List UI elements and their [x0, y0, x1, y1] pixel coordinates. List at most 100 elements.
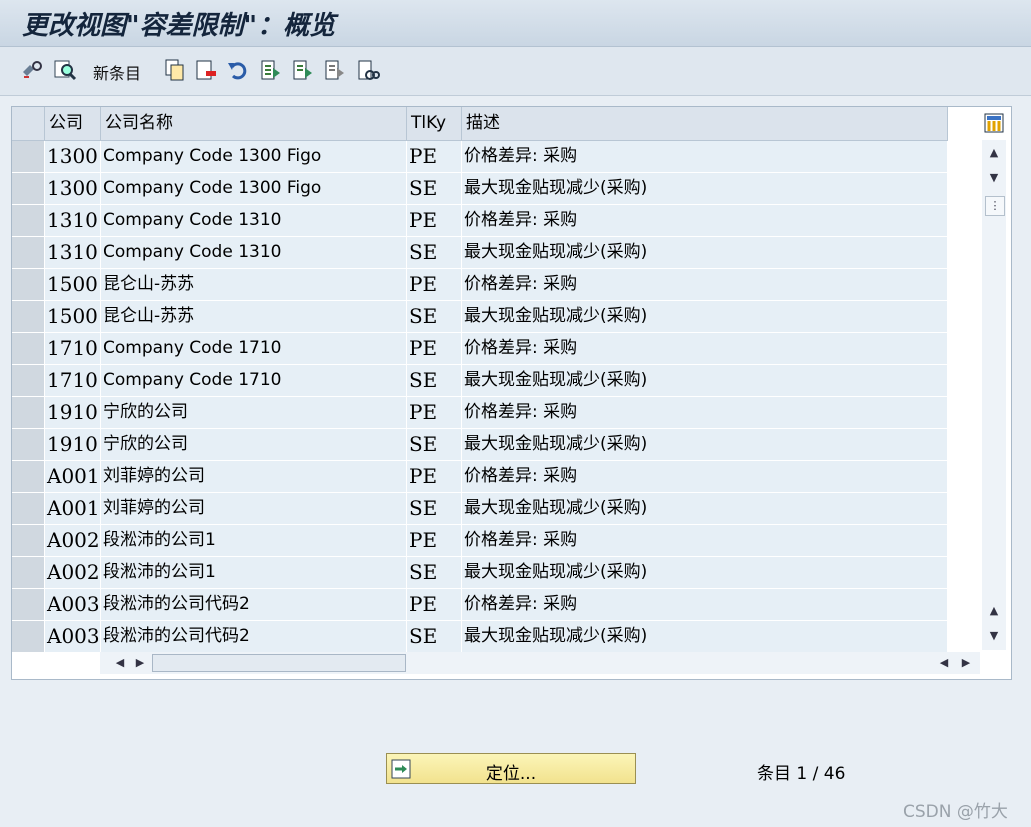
cell-description[interactable]: 最大现金贴现减少(采购)	[462, 173, 948, 204]
cell-company-code[interactable]: 1910	[45, 397, 101, 428]
select-all-rows-cell[interactable]	[12, 107, 45, 140]
cell-description[interactable]: 最大现金贴现减少(采购)	[462, 301, 948, 332]
cell-description[interactable]: 价格差异: 采购	[462, 461, 948, 492]
cell-company-name[interactable]: 刘菲婷的公司	[101, 493, 407, 524]
cell-company-code[interactable]: A002	[45, 525, 101, 556]
column-header-description[interactable]: 描述	[462, 107, 948, 140]
table-row[interactable]: A003 段淞沛的公司代码2 PE 价格差异: 采购	[12, 589, 948, 621]
cell-description[interactable]: 最大现金贴现减少(采购)	[462, 429, 948, 460]
cell-description[interactable]: 最大现金贴现减少(采购)	[462, 621, 948, 652]
cell-company-code[interactable]: A001	[45, 493, 101, 524]
display-change-icon[interactable]	[20, 58, 44, 82]
cell-company-name[interactable]: Company Code 1300 Figo	[101, 173, 407, 204]
cell-company-code[interactable]: A002	[45, 557, 101, 588]
cell-tolerance-key[interactable]: SE	[407, 237, 462, 268]
scroll-page-up-icon[interactable]: ▲	[984, 144, 1004, 162]
table-row[interactable]: A001 刘菲婷的公司 PE 价格差异: 采购	[12, 461, 948, 493]
row-selector[interactable]	[12, 397, 45, 428]
cell-company-code[interactable]: 1300	[45, 173, 101, 204]
cell-company-code[interactable]: 1910	[45, 429, 101, 460]
cell-company-name[interactable]: 宁欣的公司	[101, 429, 407, 460]
row-selector[interactable]	[12, 269, 45, 300]
table-row[interactable]: A002 段淞沛的公司1 PE 价格差异: 采购	[12, 525, 948, 557]
cell-tolerance-key[interactable]: SE	[407, 301, 462, 332]
cell-tolerance-key[interactable]: SE	[407, 173, 462, 204]
print-icon[interactable]	[356, 58, 380, 82]
cell-description[interactable]: 最大现金贴现减少(采购)	[462, 237, 948, 268]
cell-description[interactable]: 最大现金贴现减少(采购)	[462, 493, 948, 524]
cell-company-name[interactable]: 段淞沛的公司1	[101, 557, 407, 588]
undo-icon[interactable]	[226, 58, 250, 82]
cell-company-name[interactable]: 刘菲婷的公司	[101, 461, 407, 492]
column-header-company-name[interactable]: 公司名称	[101, 107, 407, 140]
cell-tolerance-key[interactable]: PE	[407, 269, 462, 300]
cell-tolerance-key[interactable]: PE	[407, 461, 462, 492]
row-selector[interactable]	[12, 493, 45, 524]
table-row[interactable]: 1910 宁欣的公司 PE 价格差异: 采购	[12, 397, 948, 429]
table-row[interactable]: 1500 昆仑山-苏苏 PE 价格差异: 采购	[12, 269, 948, 301]
copy-as-icon[interactable]	[163, 58, 187, 82]
cell-company-name[interactable]: 段淞沛的公司代码2	[101, 621, 407, 652]
deselect-all-icon[interactable]	[323, 58, 347, 82]
row-selector[interactable]	[12, 333, 45, 364]
cell-tolerance-key[interactable]: PE	[407, 205, 462, 236]
cell-description[interactable]: 最大现金贴现减少(采购)	[462, 557, 948, 588]
row-selector[interactable]	[12, 173, 45, 204]
table-row[interactable]: A002 段淞沛的公司1 SE 最大现金贴现减少(采购)	[12, 557, 948, 589]
horizontal-scrollbar[interactable]: ◀ ▶ ◀ ▶	[100, 652, 980, 674]
cell-company-name[interactable]: Company Code 1300 Figo	[101, 141, 407, 172]
cell-tolerance-key[interactable]: PE	[407, 397, 462, 428]
cell-company-name[interactable]: 段淞沛的公司代码2	[101, 589, 407, 620]
find-icon[interactable]	[53, 58, 77, 82]
row-selector[interactable]	[12, 621, 45, 652]
scroll-up-icon[interactable]: ▲	[984, 602, 1004, 620]
column-header-company[interactable]: 公司	[45, 107, 101, 140]
table-row[interactable]: 1910 宁欣的公司 SE 最大现金贴现减少(采购)	[12, 429, 948, 461]
new-entries-button[interactable]: 新条目	[93, 60, 141, 84]
cell-company-code[interactable]: A003	[45, 589, 101, 620]
column-settings-icon[interactable]	[984, 113, 1004, 133]
scroll-left-end-icon[interactable]: ◀	[934, 654, 954, 672]
row-selector[interactable]	[12, 525, 45, 556]
table-row[interactable]: 1310 Company Code 1310 SE 最大现金贴现减少(采购)	[12, 237, 948, 269]
table-row[interactable]: 1710 Company Code 1710 PE 价格差异: 采购	[12, 333, 948, 365]
position-button[interactable]: 定位...	[386, 753, 636, 784]
select-block-icon[interactable]	[291, 58, 315, 82]
cell-company-code[interactable]: 1500	[45, 269, 101, 300]
cell-company-name[interactable]: Company Code 1710	[101, 333, 407, 364]
cell-tolerance-key[interactable]: SE	[407, 493, 462, 524]
cell-description[interactable]: 价格差异: 采购	[462, 333, 948, 364]
row-selector[interactable]	[12, 237, 45, 268]
cell-description[interactable]: 价格差异: 采购	[462, 525, 948, 556]
row-selector[interactable]	[12, 141, 45, 172]
scroll-down-icon[interactable]: ▼	[984, 627, 1004, 645]
row-selector[interactable]	[12, 429, 45, 460]
cell-tolerance-key[interactable]: SE	[407, 429, 462, 460]
cell-company-code[interactable]: 1500	[45, 301, 101, 332]
cell-company-name[interactable]: 段淞沛的公司1	[101, 525, 407, 556]
row-selector[interactable]	[12, 205, 45, 236]
cell-description[interactable]: 价格差异: 采购	[462, 397, 948, 428]
cell-description[interactable]: 最大现金贴现减少(采购)	[462, 365, 948, 396]
cell-description[interactable]: 价格差异: 采购	[462, 141, 948, 172]
cell-company-code[interactable]: 1310	[45, 237, 101, 268]
scroll-thumb[interactable]: ⋮	[985, 196, 1005, 216]
select-all-icon[interactable]	[259, 58, 283, 82]
cell-description[interactable]: 价格差异: 采购	[462, 269, 948, 300]
row-selector[interactable]	[12, 557, 45, 588]
table-row[interactable]: 1310 Company Code 1310 PE 价格差异: 采购	[12, 205, 948, 237]
horizontal-scroll-thumb[interactable]	[152, 654, 406, 672]
row-selector[interactable]	[12, 589, 45, 620]
delete-icon[interactable]	[194, 58, 218, 82]
vertical-scrollbar[interactable]: ▲ ▼ ⋮ ▲ ▼	[982, 140, 1006, 650]
cell-company-code[interactable]: 1710	[45, 333, 101, 364]
cell-company-name[interactable]: 昆仑山-苏苏	[101, 301, 407, 332]
scroll-right-icon[interactable]: ▶	[130, 654, 150, 672]
row-selector[interactable]	[12, 461, 45, 492]
scroll-right-end-icon[interactable]: ▶	[956, 654, 976, 672]
cell-company-name[interactable]: 宁欣的公司	[101, 397, 407, 428]
cell-company-code[interactable]: 1710	[45, 365, 101, 396]
cell-tolerance-key[interactable]: PE	[407, 589, 462, 620]
column-header-tolerance-key[interactable]: TlKy	[407, 107, 462, 140]
table-row[interactable]: 1710 Company Code 1710 SE 最大现金贴现减少(采购)	[12, 365, 948, 397]
